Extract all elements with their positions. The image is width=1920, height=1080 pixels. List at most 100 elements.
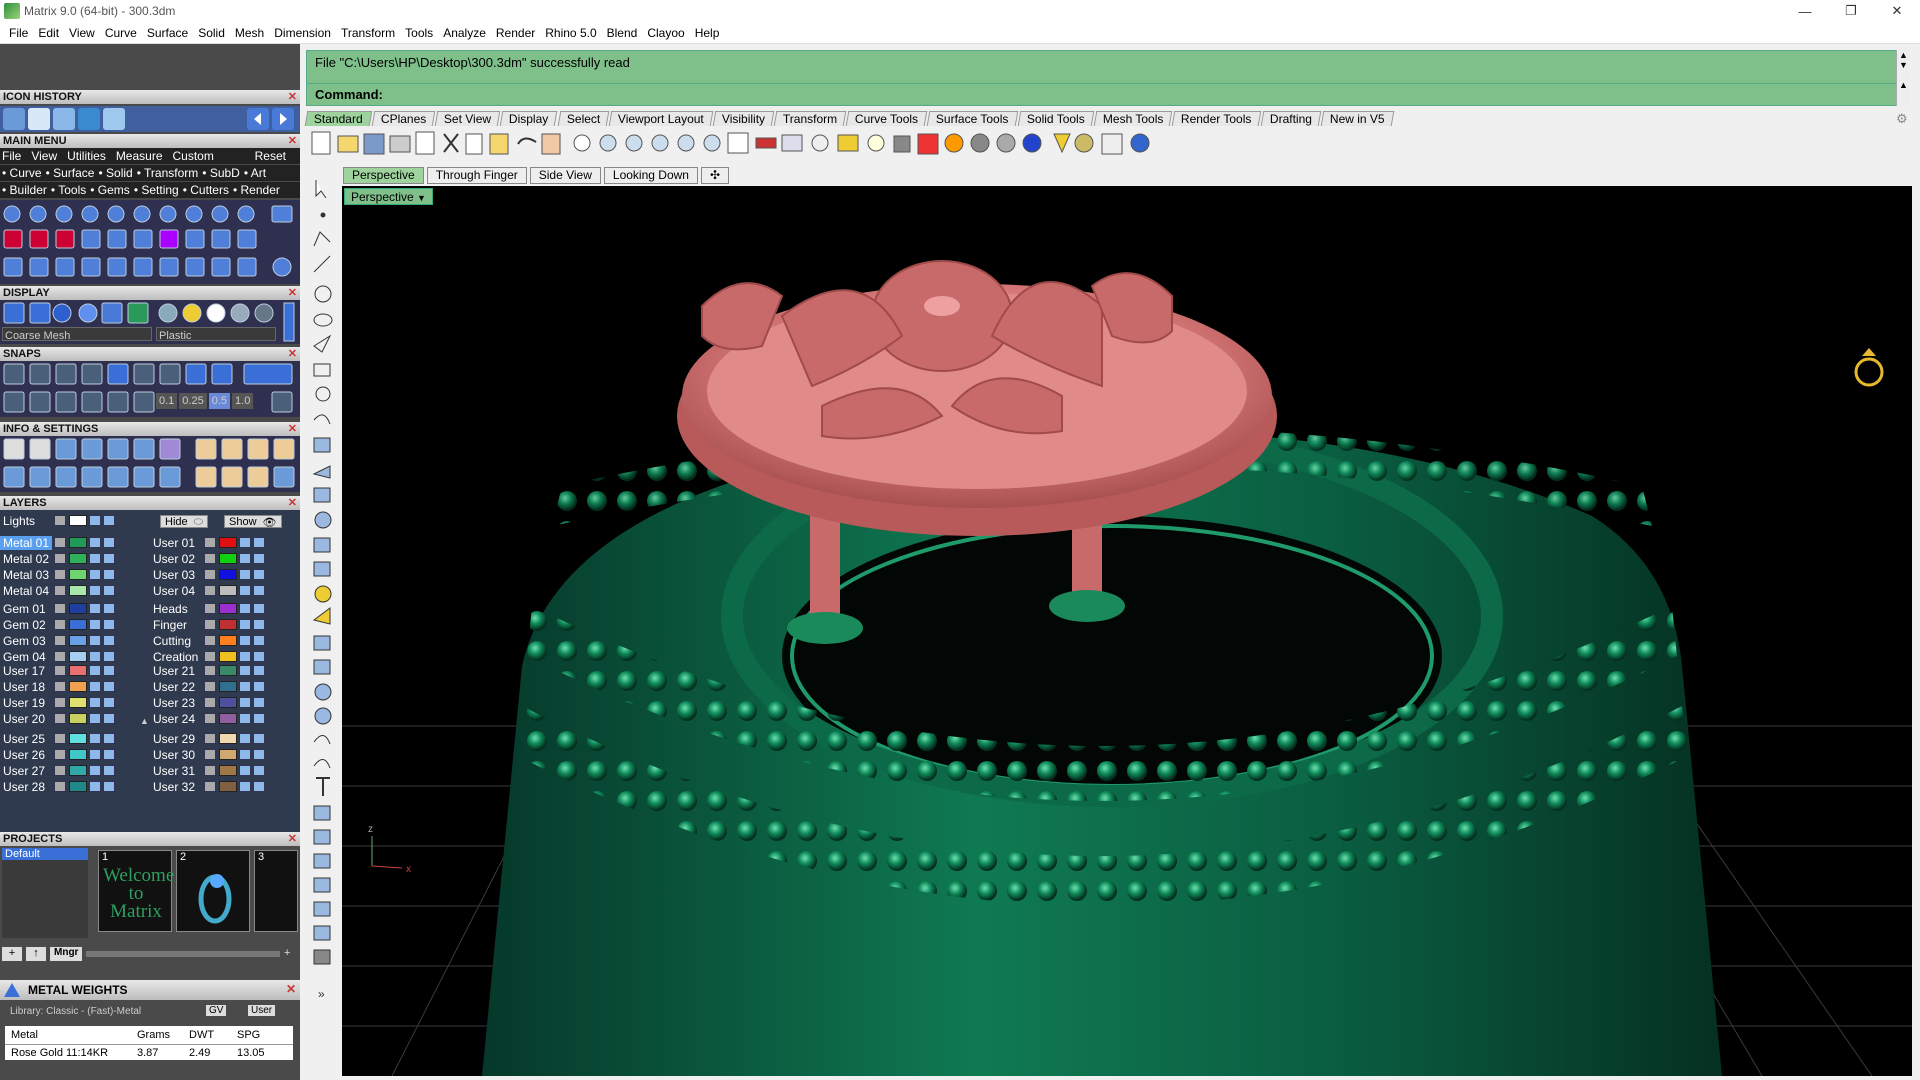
close-icon[interactable]: ✕ — [288, 134, 297, 148]
lock-icon[interactable] — [239, 569, 251, 580]
color-swatch[interactable] — [69, 515, 87, 526]
layer-row[interactable]: Heads — [150, 601, 265, 616]
cat-subd[interactable]: • SubD — [202, 166, 240, 180]
menu-view[interactable]: View — [64, 26, 100, 40]
lock-icon[interactable] — [239, 553, 251, 564]
tab-cplanes[interactable]: CPlanes — [371, 111, 436, 126]
color-swatch[interactable] — [69, 603, 87, 614]
expand-icon[interactable] — [204, 765, 216, 776]
expand-icon[interactable] — [204, 749, 216, 760]
visible-icon[interactable] — [103, 733, 115, 744]
layer-row[interactable]: Gem 02 — [0, 617, 115, 632]
viewport-label[interactable]: Perspective ▼ — [344, 188, 433, 205]
visible-icon[interactable] — [253, 603, 265, 614]
tab-through-finger[interactable]: Through Finger — [426, 167, 527, 184]
tab-looking-down[interactable]: Looking Down — [603, 167, 698, 184]
layer-row[interactable]: User 02 — [150, 551, 265, 566]
expand-icon[interactable] — [54, 569, 66, 580]
lock-icon[interactable] — [89, 765, 101, 776]
show-button[interactable]: Show 👁 — [224, 515, 282, 529]
expand-icon[interactable] — [54, 603, 66, 614]
color-swatch[interactable] — [219, 585, 237, 596]
expand-icon[interactable] — [54, 733, 66, 744]
layer-name[interactable]: User 29 — [150, 732, 202, 746]
color-swatch[interactable] — [69, 681, 87, 692]
color-swatch[interactable] — [69, 713, 87, 724]
visible-icon[interactable] — [103, 681, 115, 692]
expand-icon[interactable] — [204, 681, 216, 692]
color-swatch[interactable] — [69, 651, 87, 662]
visible-icon[interactable] — [103, 749, 115, 760]
layer-name[interactable]: User 18 — [0, 680, 52, 694]
cat-gems[interactable]: • Gems — [90, 183, 130, 197]
lock-icon[interactable] — [239, 733, 251, 744]
expand-icon[interactable] — [204, 603, 216, 614]
menu-curve[interactable]: Curve — [100, 26, 142, 40]
visible-icon[interactable] — [103, 665, 115, 676]
gv-toggle[interactable]: GV — [206, 1005, 227, 1016]
color-swatch[interactable] — [69, 781, 87, 792]
visible-icon[interactable] — [103, 603, 115, 614]
perspective-viewport[interactable]: z x — [342, 186, 1912, 1076]
visible-icon[interactable] — [253, 585, 265, 596]
cat-setting[interactable]: • Setting — [134, 183, 179, 197]
layer-name[interactable]: Finger — [150, 618, 202, 632]
layer-row[interactable]: User 22 — [150, 679, 265, 694]
menu-tools[interactable]: Tools — [400, 26, 438, 40]
expand-icon[interactable] — [204, 651, 216, 662]
visible-icon[interactable] — [103, 697, 115, 708]
menu-clayoo[interactable]: Clayoo — [642, 26, 689, 40]
layer-row[interactable]: Metal 02 — [0, 551, 115, 566]
visible-icon[interactable] — [103, 713, 115, 724]
add-project-icon[interactable]: + — [2, 947, 22, 961]
command-scrollbar[interactable]: ▲ ▼ ▲ — [1896, 50, 1910, 106]
layer-row[interactable]: User 25 — [0, 731, 115, 746]
expand-icon[interactable] — [54, 537, 66, 548]
settings-gear-icon[interactable]: ⚙ — [1896, 111, 1910, 126]
forward-arrow-icon[interactable] — [272, 108, 294, 130]
color-swatch[interactable] — [69, 665, 87, 676]
lock-icon[interactable] — [89, 585, 101, 596]
cat-curve[interactable]: • Curve — [2, 166, 42, 180]
visible-icon[interactable] — [253, 765, 265, 776]
close-icon[interactable]: ✕ — [288, 422, 297, 436]
expand-icon[interactable] — [204, 665, 216, 676]
layer-name[interactable]: User 21 — [150, 664, 202, 678]
lock-icon[interactable] — [239, 749, 251, 760]
expand-icon[interactable] — [54, 635, 66, 646]
lock-icon[interactable] — [239, 603, 251, 614]
expand-icon[interactable] — [204, 569, 216, 580]
layer-name[interactable]: User 01 — [150, 536, 202, 550]
lights-row[interactable]: Lights — [0, 513, 115, 528]
menu-surface[interactable]: Surface — [142, 26, 193, 40]
col-spg[interactable]: SPG — [237, 1029, 277, 1041]
menu-transform[interactable]: Transform — [336, 26, 400, 40]
expand-icon[interactable] — [54, 515, 66, 526]
layer-row[interactable]: User 04 — [150, 583, 265, 598]
lock-icon[interactable] — [89, 619, 101, 630]
layer-name[interactable]: Metal 01 — [0, 535, 52, 550]
visible-icon[interactable] — [103, 781, 115, 792]
layer-row[interactable]: User 03 — [150, 567, 265, 582]
layer-name[interactable]: User 22 — [150, 680, 202, 694]
project-thumb-1[interactable]: 1 Welcome to Matrix — [98, 850, 174, 932]
expand-icon[interactable] — [204, 697, 216, 708]
tab-drafting[interactable]: Drafting — [1260, 111, 1321, 126]
menu-dimension[interactable]: Dimension — [269, 26, 336, 40]
layer-name[interactable]: User 19 — [0, 696, 52, 710]
tab-set-view[interactable]: Set View — [434, 111, 501, 126]
mm-view[interactable]: View — [31, 149, 57, 163]
layer-row[interactable]: User 01 — [150, 535, 265, 550]
layer-name[interactable]: Metal 04 — [0, 584, 52, 598]
minimize-button[interactable]: — — [1782, 0, 1828, 22]
visible-icon[interactable] — [103, 765, 115, 776]
layer-name[interactable]: Gem 01 — [0, 602, 52, 616]
mesh-select[interactable]: Coarse Mesh — [2, 327, 152, 342]
col-dwt[interactable]: DWT — [189, 1029, 237, 1041]
color-swatch[interactable] — [219, 713, 237, 724]
expand-icon[interactable] — [54, 781, 66, 792]
layer-row[interactable]: User 26 — [0, 747, 115, 762]
layer-row[interactable]: User 31 — [150, 763, 265, 778]
mm-measure[interactable]: Measure — [116, 149, 163, 163]
mm-utilities[interactable]: Utilities — [67, 149, 106, 163]
